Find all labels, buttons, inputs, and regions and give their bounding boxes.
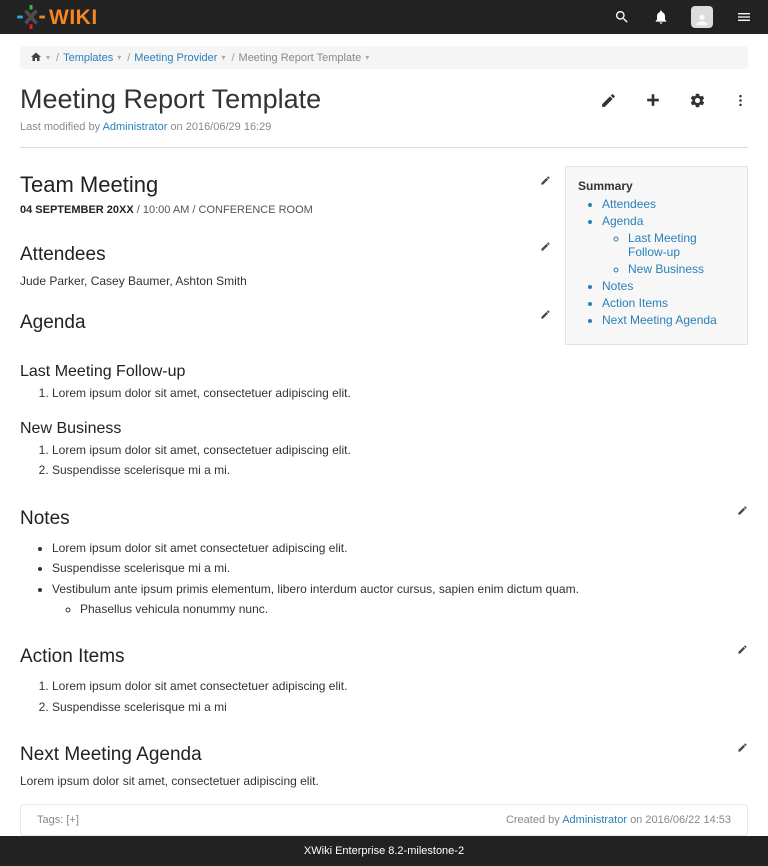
add-tag-button[interactable]: [+] [66, 814, 79, 826]
list-item: Lorem ipsum dolor sit amet consectetuer … [52, 678, 748, 695]
page-actions [600, 91, 748, 109]
last-modified-line: Last modified by Administrator on 2016/0… [20, 121, 748, 133]
notifications-bell-icon[interactable] [652, 9, 669, 26]
section-heading-notes: Notes [20, 508, 70, 530]
chevron-down-icon[interactable]: ▾ [46, 53, 50, 62]
summary-title: Summary [578, 179, 737, 193]
breadcrumb-item-templates[interactable]: Templates ▾ [63, 52, 123, 64]
notes-sublist: Phasellus vehicula nonummy nunc. [52, 601, 748, 618]
summary-link-agenda[interactable]: Agenda [602, 214, 643, 228]
action-items-list: Lorem ipsum dolor sit amet consectetuer … [20, 678, 748, 716]
edit-pencil-icon[interactable] [600, 92, 617, 109]
section-edit-pencil-icon[interactable] [737, 644, 748, 655]
section-edit-pencil-icon[interactable] [540, 175, 551, 186]
more-kebab-icon[interactable] [733, 93, 748, 108]
section-edit-pencil-icon[interactable] [540, 309, 551, 320]
list-item: Phasellus vehicula nonummy nunc. [80, 601, 748, 618]
section-heading-agenda: Agenda [20, 312, 86, 334]
list-item: Suspendisse scelerisque mi a mi. [52, 560, 748, 577]
xwiki-logo-x-icon [16, 5, 47, 29]
created-suffix: on 2016/06/22 14:53 [630, 814, 731, 826]
document-content: Team Meeting 04 SEPTEMBER 20XX / 10:00 A… [20, 160, 748, 791]
summary-link-new-business[interactable]: New Business [628, 262, 704, 276]
version-bar: XWiki Enterprise 8.2-milestone-2 [0, 836, 768, 866]
home-icon [30, 51, 42, 64]
summary-toc-list: Attendees Agenda Last Meeting Follow-up … [578, 197, 737, 327]
summary-link-last-meeting[interactable]: Last Meeting Follow-up [628, 231, 697, 259]
list-item-text: Vestibulum ante ipsum primis elementum, … [52, 582, 579, 596]
search-icon[interactable] [613, 9, 630, 26]
page-title: Meeting Report Template [20, 85, 321, 115]
breadcrumb-link[interactable]: Templates [63, 52, 113, 64]
summary-panel: Summary Attendees Agenda Last Meeting Fo… [565, 166, 748, 345]
create-plus-icon[interactable] [644, 91, 662, 109]
breadcrumb-current-label: Meeting Report Template [239, 52, 362, 64]
section-heading-new-business: New Business [20, 420, 748, 438]
xwiki-logo-text: WIKI [49, 7, 98, 28]
list-item: Notes [602, 279, 737, 293]
breadcrumb-separator: / [231, 52, 234, 64]
last-meeting-list: Lorem ipsum dolor sit amet, consectetuer… [20, 385, 748, 402]
list-item: Lorem ipsum dolor sit amet, consectetuer… [52, 385, 748, 402]
tags-label: Tags: [37, 814, 63, 826]
breadcrumb-item-meeting-provider[interactable]: Meeting Provider ▾ [134, 52, 227, 64]
list-item: Lorem ipsum dolor sit amet consectetuer … [52, 540, 748, 557]
list-item: Action Items [602, 296, 737, 310]
list-item: New Business [628, 262, 737, 276]
list-item: Vestibulum ante ipsum primis elementum, … [52, 581, 748, 619]
tags-area: Tags: [+] [37, 814, 79, 826]
breadcrumb: ▾ / Templates ▾ / Meeting Provider ▾ / M… [20, 46, 748, 69]
meeting-date: 04 SEPTEMBER 20XX [20, 204, 134, 216]
created-author-link[interactable]: Administrator [562, 814, 627, 826]
notes-list: Lorem ipsum dolor sit amet consectetuer … [20, 540, 748, 619]
list-item: Lorem ipsum dolor sit amet, consectetuer… [52, 442, 748, 459]
section-heading-next-meeting-agenda: Next Meeting Agenda [20, 744, 202, 766]
top-navbar: WIKI [0, 0, 768, 34]
document-footer: Tags: [+] Created by Administrator on 20… [20, 804, 748, 836]
list-item: Suspendisse scelerisque mi a mi. [52, 462, 748, 479]
section-heading-team-meeting: Team Meeting [20, 172, 158, 198]
hamburger-menu-icon[interactable] [735, 9, 752, 26]
section-edit-pencil-icon[interactable] [737, 505, 748, 516]
chevron-down-icon[interactable]: ▾ [365, 53, 369, 62]
chevron-down-icon[interactable]: ▾ [117, 53, 121, 62]
meeting-meta-line: 04 SEPTEMBER 20XX / 10:00 AM / CONFERENC… [20, 204, 551, 216]
created-by-line: Created by Administrator on 2016/06/22 1… [506, 814, 731, 826]
created-prefix: Created by [506, 814, 560, 826]
breadcrumb-item-current[interactable]: Meeting Report Template ▾ [239, 52, 372, 64]
section-heading-last-meeting-follow-up: Last Meeting Follow-up [20, 363, 748, 381]
summary-link-action-items[interactable]: Action Items [602, 296, 668, 310]
title-divider [20, 147, 748, 148]
list-item: Last Meeting Follow-up [628, 231, 737, 259]
modified-author-link[interactable]: Administrator [103, 121, 168, 133]
list-item: Next Meeting Agenda [602, 313, 737, 327]
new-business-list: Lorem ipsum dolor sit amet, consectetuer… [20, 442, 748, 480]
list-item: Agenda Last Meeting Follow-up New Busine… [602, 214, 737, 276]
summary-link-next-meeting[interactable]: Next Meeting Agenda [602, 313, 717, 327]
next-meeting-text: Lorem ipsum dolor sit amet, consectetuer… [20, 774, 748, 788]
settings-gear-icon[interactable] [689, 92, 706, 109]
breadcrumb-home[interactable]: ▾ [30, 51, 52, 64]
version-text: XWiki Enterprise 8.2-milestone-2 [304, 845, 464, 857]
breadcrumb-link[interactable]: Meeting Provider [134, 52, 217, 64]
chevron-down-icon[interactable]: ▾ [221, 53, 225, 62]
list-item: Attendees [602, 197, 737, 211]
summary-toc-sublist: Last Meeting Follow-up New Business [602, 231, 737, 276]
modified-suffix: on 2016/06/29 16:29 [170, 121, 271, 133]
modified-prefix: Last modified by [20, 121, 100, 133]
summary-link-attendees[interactable]: Attendees [602, 197, 656, 211]
section-edit-pencil-icon[interactable] [737, 742, 748, 753]
xwiki-logo[interactable]: WIKI [16, 5, 98, 29]
section-edit-pencil-icon[interactable] [540, 241, 551, 252]
summary-link-notes[interactable]: Notes [602, 279, 633, 293]
section-heading-action-items: Action Items [20, 646, 125, 668]
breadcrumb-separator: / [127, 52, 130, 64]
breadcrumb-separator: / [56, 52, 59, 64]
section-heading-attendees: Attendees [20, 244, 106, 266]
attendees-text: Jude Parker, Casey Baumer, Ashton Smith [20, 274, 551, 288]
user-avatar[interactable] [691, 6, 713, 28]
meeting-meta-rest: / 10:00 AM / CONFERENCE ROOM [134, 204, 313, 216]
